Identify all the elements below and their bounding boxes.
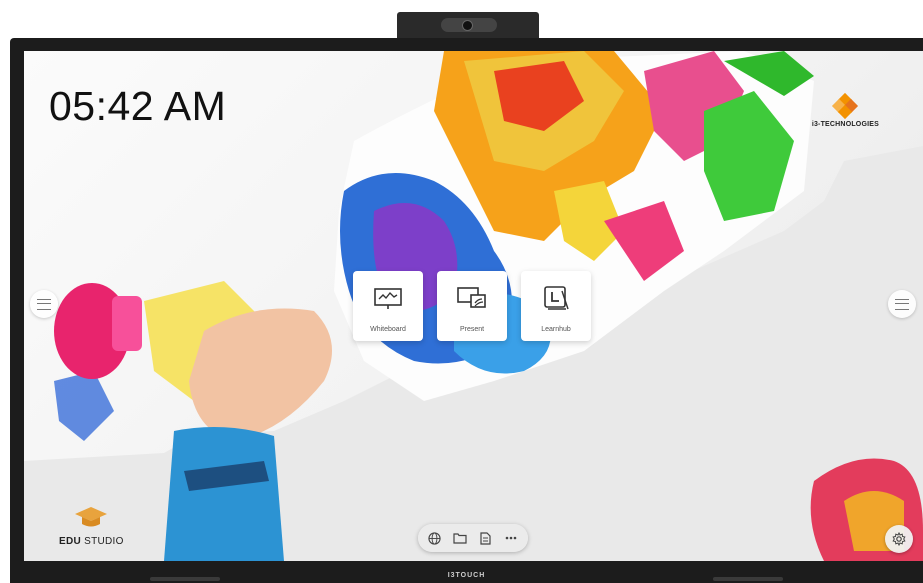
bezel-brand-label: I3TOUCH	[447, 572, 486, 579]
hamburger-icon	[37, 298, 51, 310]
home-screen: 05:42 AM i3-TECHNOLOGIES Whiteboard Pres	[24, 51, 923, 561]
app-tile-label: Present	[459, 326, 485, 333]
graduation-cap-icon	[75, 507, 108, 527]
document-icon[interactable]	[477, 529, 495, 547]
webcam-lens	[441, 18, 497, 32]
settings-button[interactable]	[885, 525, 913, 553]
app-tile-whiteboard[interactable]: Whiteboard	[353, 271, 423, 341]
edu-studio-label: EDU STUDIO	[59, 536, 124, 547]
app-tile-present[interactable]: Present	[437, 271, 507, 341]
present-icon	[457, 287, 486, 308]
gear-icon	[892, 532, 906, 546]
app-tile-label: Learnhub	[541, 326, 571, 333]
clock: 05:42 AM	[49, 83, 227, 129]
hamburger-icon	[895, 298, 909, 310]
more-icon[interactable]	[502, 529, 520, 547]
right-menu-handle[interactable]	[888, 290, 916, 318]
i3-logo-icon	[832, 92, 859, 120]
brand-logo: i3-TECHNOLOGIES	[811, 92, 879, 128]
learnhub-icon	[544, 286, 569, 310]
left-menu-handle[interactable]	[30, 290, 58, 318]
app-tile-label: Whiteboard	[370, 326, 406, 333]
app-tile-learnhub[interactable]: Learnhub	[521, 271, 591, 341]
bottom-dock	[418, 524, 528, 552]
webcam	[397, 12, 539, 40]
globe-icon[interactable]	[426, 529, 444, 547]
whiteboard-icon	[374, 288, 402, 309]
folder-icon[interactable]	[451, 529, 469, 547]
edu-studio-button[interactable]: EDU STUDIO	[59, 505, 124, 547]
brand-label: i3-TECHNOLOGIES	[811, 121, 879, 128]
